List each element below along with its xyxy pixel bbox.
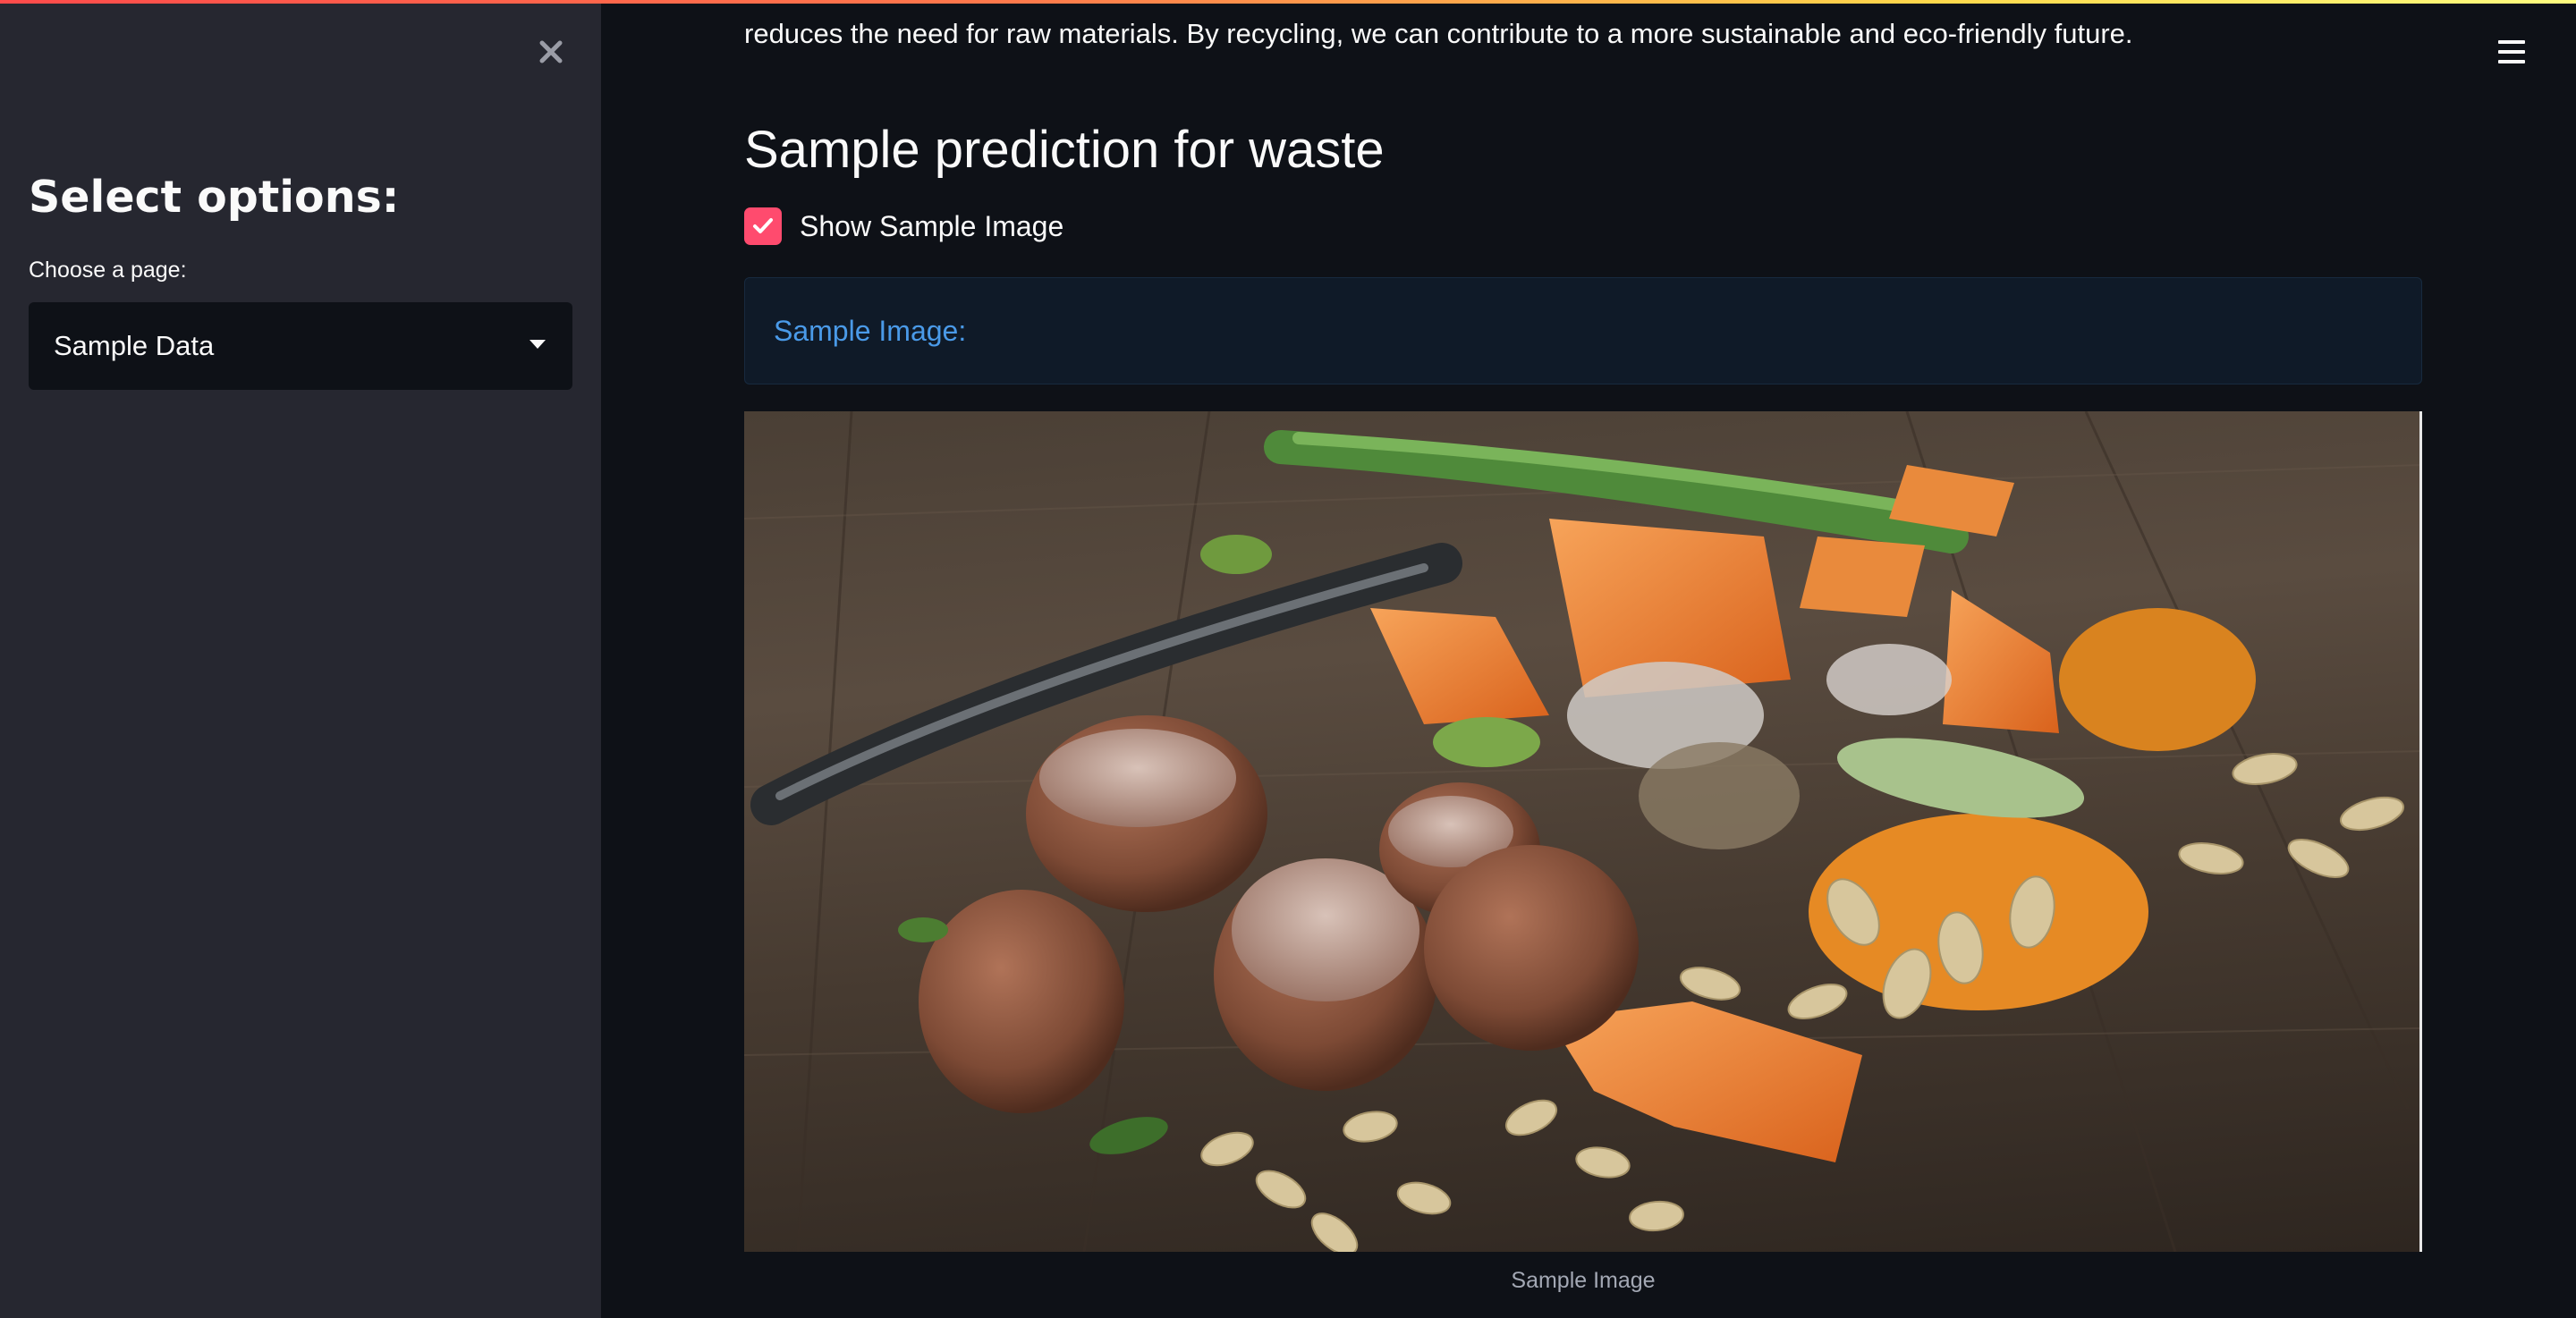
sidebar: Select options: Choose a page: Sample Da… <box>0 0 601 1318</box>
show-sample-image-checkbox[interactable]: Show Sample Image <box>744 207 1063 245</box>
hamburger-menu-icon <box>2498 40 2525 44</box>
checkbox-label: Show Sample Image <box>800 209 1064 242</box>
close-sidebar-button[interactable] <box>530 30 572 73</box>
check-icon <box>753 218 773 233</box>
food-waste-photo <box>744 411 2419 1252</box>
chevron-down-icon <box>530 340 546 349</box>
image-caption: Sample Image <box>1511 1268 1656 1293</box>
sample-image <box>744 411 2422 1252</box>
main-menu-button[interactable] <box>2492 32 2531 72</box>
sidebar-title: Select options: <box>29 172 400 223</box>
section-heading: Sample prediction for waste <box>744 121 1385 179</box>
intro-paragraph: reduces the need for raw materials. By r… <box>744 18 2133 49</box>
info-box: Sample Image: <box>744 277 2422 384</box>
close-icon <box>539 40 563 63</box>
checkbox-checked[interactable] <box>744 207 782 245</box>
page-select-value: Sample Data <box>54 330 215 361</box>
page-select-label: Choose a page: <box>29 258 187 283</box>
page-select[interactable]: Sample Data <box>29 302 572 390</box>
info-text: Sample Image: <box>774 314 967 347</box>
top-decoration-bar <box>0 0 2576 4</box>
